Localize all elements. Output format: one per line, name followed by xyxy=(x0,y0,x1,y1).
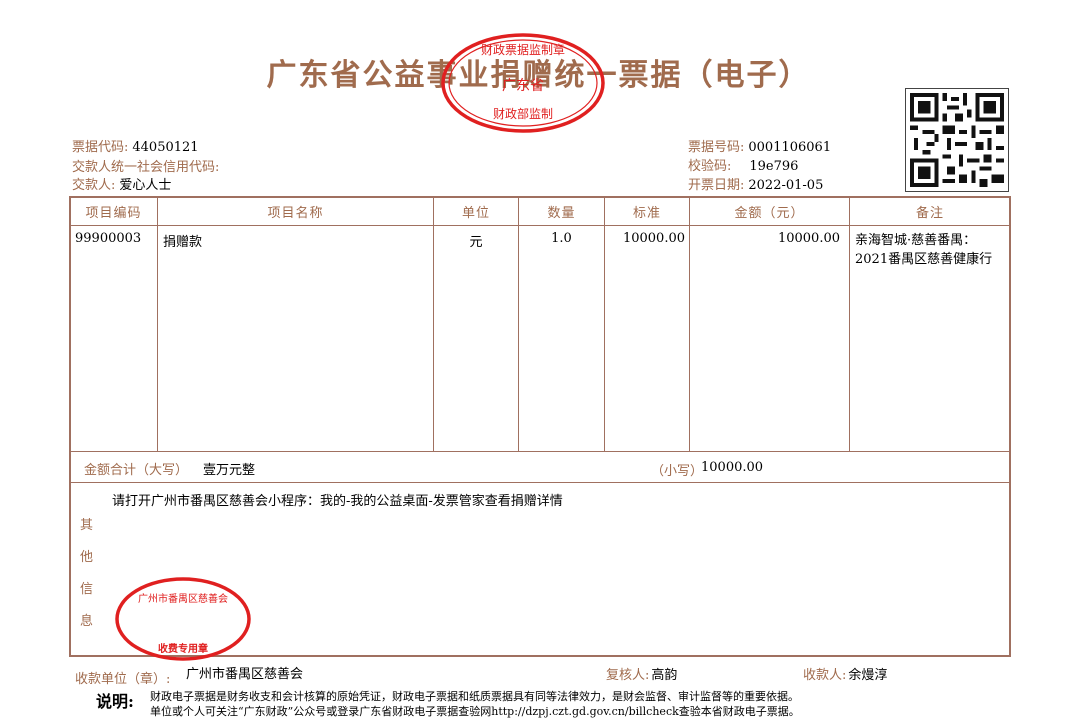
other-info-label: 其他信息 xyxy=(80,518,94,629)
header-amount: 金额（元） xyxy=(734,206,805,221)
cell-item-code: 99900003 xyxy=(75,231,142,246)
cell-amount: 10000.00 xyxy=(777,231,840,246)
payee-unit-field: 收款单位（章）: xyxy=(75,672,171,687)
header-quantity: 数量 xyxy=(547,206,576,221)
issue-date-field: 开票日期: 2022-01-05 xyxy=(688,178,824,193)
charity-fee-seal-stamp: 广州市番禺区慈善会 收费专用章 xyxy=(115,577,251,661)
total-upper-value: 壹万元整 xyxy=(203,463,256,478)
notes-line-1: 财政电子票据是财务收支和会计核算的原始凭证，财政电子票据和纸质票据具有同等法律效… xyxy=(150,690,799,703)
total-divider-bottom xyxy=(69,482,1011,483)
cell-quantity: 1.0 xyxy=(551,231,572,246)
header-unit: 单位 xyxy=(461,206,490,221)
payer-field: 交款人: 爱心人士 xyxy=(72,178,172,193)
svg-text:收费专用章: 收费专用章 xyxy=(158,642,208,655)
receiver-field: 收款人: 余熳淳 xyxy=(803,668,888,683)
bill-number-field: 票据号码: 0001106061 xyxy=(688,140,832,155)
cell-remark: 亲海智城·慈善番禺：2021番禺区慈善健康行 xyxy=(855,233,993,267)
svg-text:广东省: 广东省 xyxy=(502,78,544,94)
svg-text:财政票据监制章: 财政票据监制章 xyxy=(481,42,565,57)
svg-text:广州市番禺区慈善会: 广州市番禺区慈善会 xyxy=(138,592,228,605)
cell-unit: 元 xyxy=(469,235,483,250)
cell-standard: 10000.00 xyxy=(622,231,685,246)
header-standard: 标准 xyxy=(632,206,661,221)
col-divider xyxy=(157,196,158,452)
qr-code-icon xyxy=(905,88,1009,192)
payer-credit-code-field: 交款人统一社会信用代码: xyxy=(72,160,220,175)
total-lower-label: （小写） xyxy=(651,464,704,479)
cell-item-name: 捐赠款 xyxy=(163,235,203,250)
fiscal-seal-stamp: 财政票据监制章 广东省 财政部监制 xyxy=(441,33,605,133)
notes-label: 说明: xyxy=(96,692,134,711)
total-upper-label: 金额合计（大写） xyxy=(84,463,189,478)
header-item-code: 项目编码 xyxy=(85,206,142,221)
col-divider xyxy=(849,196,850,452)
other-info-text: 请打开广州市番禺区慈善会小程序：我的-我的公益桌面-发票管家查看捐赠详情 xyxy=(112,494,563,509)
bill-code-field: 票据代码: 44050121 xyxy=(72,140,199,155)
total-divider-top xyxy=(69,451,1011,452)
header-item-name: 项目名称 xyxy=(267,206,324,221)
header-divider xyxy=(69,225,1011,226)
svg-text:财政部监制: 财政部监制 xyxy=(493,106,553,121)
header-remark: 备注 xyxy=(915,206,944,221)
check-code-field: 校验码: 19e796 xyxy=(688,159,799,174)
reviewer-field: 复核人: 高韵 xyxy=(606,668,678,683)
total-lower-value: 10000.00 xyxy=(701,460,764,475)
payee-unit-value: 广州市番禺区慈善会 xyxy=(186,667,304,682)
notes-line-2: 单位或个人可关注“广东财政”公众号或登录广东省财政电子票据查验网http://d… xyxy=(150,705,800,718)
